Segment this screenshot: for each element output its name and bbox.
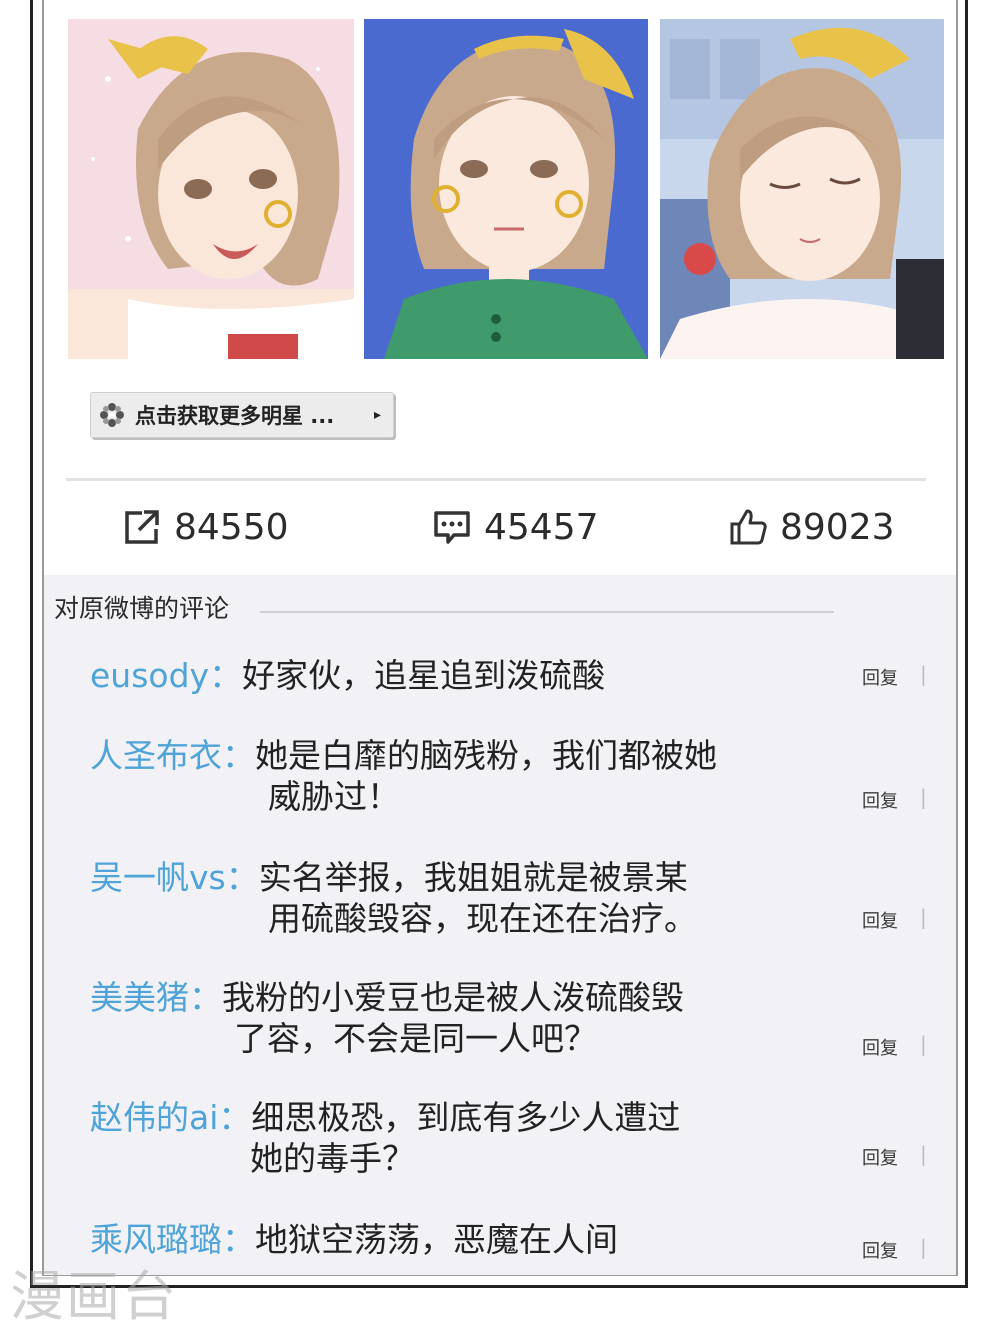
separator: | <box>920 905 927 929</box>
girl-serious-illustration <box>364 19 648 359</box>
girl-smiling-illustration <box>68 19 354 359</box>
comment-text-continued: 她的毒手？ <box>250 1139 415 1178</box>
reply-button[interactable]: 回复 <box>862 1237 898 1263</box>
more-stars-promo-button[interactable]: 点击获取更多明星 ... ▸ <box>90 392 394 438</box>
post-image-2[interactable] <box>364 19 648 359</box>
comment-text: 细思极恐，到底有多少人遭过 <box>251 1098 681 1137</box>
comment-text-continued: 用硫酸毁容，现在还在治疗。 <box>268 899 697 938</box>
like-count: 89023 <box>780 506 895 548</box>
separator: | <box>920 1032 927 1056</box>
comment-text-continued: 了容，不会是同一人吧？ <box>234 1019 597 1058</box>
comment-text: 我粉的小爱豆也是被人泼硫酸毁 <box>222 978 684 1017</box>
divider <box>66 478 926 481</box>
comment-username[interactable]: 吴一帆vs： <box>90 858 259 897</box>
reply-button[interactable]: 回复 <box>862 907 898 933</box>
girl-eyes-closed-illustration <box>660 19 944 359</box>
comments-title: 对原微博的评论 <box>54 594 230 623</box>
repost-button[interactable]: 84550 <box>122 504 289 550</box>
comment-text: 好家伙，追星追到泼硫酸 <box>242 656 606 695</box>
reply-button[interactable]: 回复 <box>862 1144 898 1170</box>
separator: | <box>920 785 927 809</box>
thumbs-up-icon <box>730 509 767 545</box>
comment-count: 45457 <box>484 506 599 548</box>
separator: | <box>920 1142 927 1166</box>
reply-button[interactable]: 回复 <box>862 664 898 690</box>
comment-text-continued: 威胁过！ <box>268 777 400 816</box>
reply-button[interactable]: 回复 <box>862 787 898 813</box>
arrow-right-icon: ▸ <box>373 407 381 423</box>
separator: | <box>920 662 927 686</box>
share-icon <box>125 510 159 544</box>
comment-username[interactable]: 人圣布衣： <box>90 736 255 775</box>
comment-button[interactable]: 45457 <box>432 504 599 550</box>
flower-icon <box>100 403 124 427</box>
comment-text: 实名举报，我姐姐就是被景某 <box>258 858 688 897</box>
comment-text: 她是白靡的脑残粉，我们都被她 <box>255 736 717 775</box>
post-image-3[interactable] <box>660 19 944 359</box>
comment-username[interactable]: 美美猪： <box>90 978 222 1017</box>
post-image-1[interactable] <box>68 19 354 359</box>
separator: | <box>920 1235 927 1259</box>
watermark: 漫画台 <box>10 1265 178 1328</box>
comments-section: 对原微博的评论 eusody：好家伙，追星追到泼硫酸 回复 | 人圣布衣：她是白… <box>44 575 956 1275</box>
comment-text: 地狱空荡荡，恶魔在人间 <box>255 1220 618 1259</box>
reply-button[interactable]: 回复 <box>862 1034 898 1060</box>
comment-icon <box>434 511 470 544</box>
repost-count: 84550 <box>174 506 289 548</box>
promo-label: 点击获取更多明星 ... <box>135 404 335 428</box>
comment-username[interactable]: 赵伟的ai： <box>90 1098 251 1137</box>
comment-username[interactable]: eusody： <box>90 656 242 695</box>
like-button[interactable]: 89023 <box>728 504 895 550</box>
divider <box>260 611 834 613</box>
